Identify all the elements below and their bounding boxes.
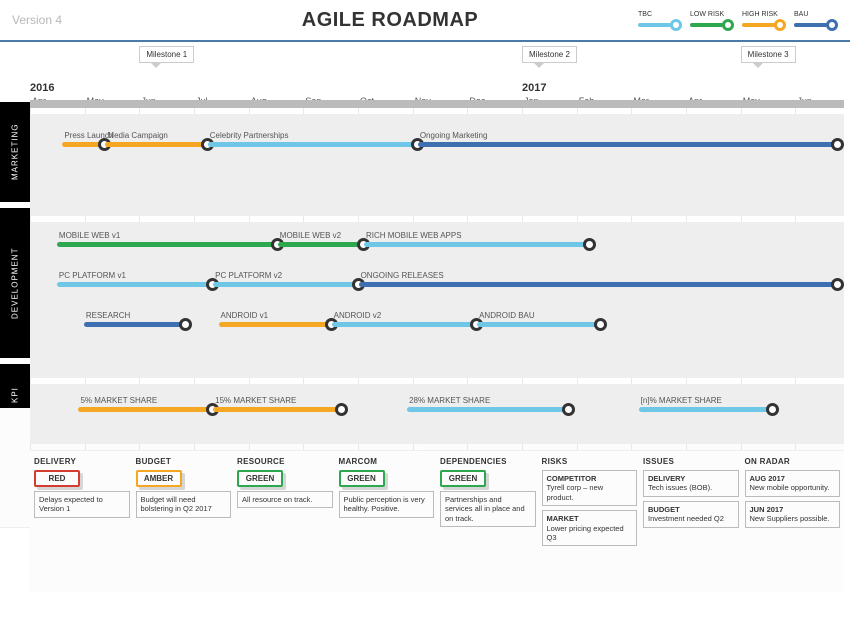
- status-tag: RED: [34, 470, 80, 487]
- dashboard-note: DELIVERYTech issues (BOB).: [643, 470, 739, 497]
- legend-item: HIGH RISK: [742, 11, 786, 30]
- task-label: RICH MOBILE WEB APPS: [366, 231, 462, 240]
- dashboard-column: ON RADAR AUG 2017New mobile opportunity. J…: [745, 457, 841, 586]
- dashboard-heading: RESOURCE: [237, 457, 333, 466]
- header-band: [30, 100, 844, 108]
- dashboard-heading: ON RADAR: [745, 457, 841, 466]
- legend-label: LOW RISK: [690, 11, 734, 18]
- dashboard: DELIVERYREDDelays expected to Version 1B…: [30, 450, 844, 592]
- swimlane-rails: MARKETINGDEVELOPMENTKPIDASHBOARD: [0, 42, 30, 602]
- dashboard-heading: DEPENDENCIES: [440, 457, 536, 466]
- marketing-band: [30, 114, 844, 216]
- dashboard-note: Partnerships and services all in place a…: [440, 491, 536, 527]
- task-end-dot: [583, 238, 596, 251]
- year-label: 2016: [30, 82, 54, 94]
- dashboard-heading: DELIVERY: [34, 457, 130, 466]
- dashboard-heading: ISSUES: [643, 457, 739, 466]
- dashboard-column: BUDGET AMBER Budget will need bolstering i…: [136, 457, 232, 586]
- task-bar: ANDROID BAU: [477, 322, 601, 327]
- rail-marketing: MARKETING: [0, 102, 30, 202]
- task-end-dot: [594, 318, 607, 331]
- dashboard-note: All resource on track.: [237, 491, 333, 508]
- legend: TBC LOW RISK HIGH RISK BAU: [588, 11, 838, 30]
- milestone: Milestone 2: [522, 46, 577, 63]
- task-bar: [n]% MARKET SHARE: [639, 407, 774, 412]
- dashboard-note: COMPETITORTyrell corp – new product.: [542, 470, 638, 506]
- dashboard-note: AUG 2017New mobile opportunity.: [745, 470, 841, 497]
- task-end-dot: [766, 403, 779, 416]
- legend-chip: [742, 20, 786, 30]
- task-label: ANDROID BAU: [479, 311, 535, 320]
- task-bar: ONGOING RELEASES: [359, 282, 838, 287]
- dashboard-column: RISKS COMPETITORTyrell corp – new product…: [542, 457, 638, 586]
- legend-label: TBC: [638, 11, 682, 18]
- dashboard-column: RESOURCE GREEN All resource on track.: [237, 457, 333, 586]
- task-end-dot: [831, 138, 844, 151]
- legend-item: LOW RISK: [690, 11, 734, 30]
- status-tag: GREEN: [339, 470, 385, 487]
- legend-chip: [690, 20, 734, 30]
- task-bar: RICH MOBILE WEB APPS: [364, 242, 590, 247]
- status-tag: GREEN: [440, 470, 486, 487]
- dashboard-heading: RISKS: [542, 457, 638, 466]
- header: Version 4 AGILE ROADMAP TBC LOW RISK HIGH …: [0, 0, 850, 42]
- legend-chip: [638, 20, 682, 30]
- dashboard-heading: MARCOM: [339, 457, 435, 466]
- dashboard-note: JUN 2017New Suppliers possible.: [745, 501, 841, 528]
- legend-item: BAU: [794, 11, 838, 30]
- legend-label: BAU: [794, 11, 838, 18]
- task-end-dot: [831, 278, 844, 291]
- legend-chip: [794, 20, 838, 30]
- dashboard-note: Public perception is very healthy. Posit…: [339, 491, 435, 518]
- dashboard-column: MARCOM GREEN Public perception is very hea…: [339, 457, 435, 586]
- milestones-row: Milestone 1 Milestone 2 Milestone 3: [30, 46, 850, 86]
- dashboard-note: BUDGETInvestment needed Q2: [643, 501, 739, 528]
- legend-item: TBC: [638, 11, 682, 30]
- dashboard-note: Budget will need bolstering in Q2 2017: [136, 491, 232, 518]
- dashboard-column: ISSUES DELIVERYTech issues (BOB). BUDGETIn…: [643, 457, 739, 586]
- page-title: AGILE ROADMAP: [192, 9, 588, 32]
- version-label: Version 4: [12, 13, 192, 27]
- milestone: Milestone 3: [741, 46, 796, 63]
- task-label: [n]% MARKET SHARE: [641, 396, 722, 405]
- task-label: ONGOING RELEASES: [361, 271, 444, 280]
- dashboard-heading: BUDGET: [136, 457, 232, 466]
- roadmap-chart: Milestone 1 Milestone 2 Milestone 3 2016 20…: [30, 42, 850, 602]
- task-label: Ongoing Marketing: [420, 131, 488, 140]
- dashboard-column: DEPENDENCIES GREEN Partnerships and servic…: [440, 457, 536, 586]
- rail-development: DEVELOPMENT: [0, 208, 30, 358]
- dashboard-column: DELIVERY RED Delays expected to Version 1: [34, 457, 130, 586]
- status-tag: AMBER: [136, 470, 182, 487]
- legend-label: HIGH RISK: [742, 11, 786, 18]
- status-tag: GREEN: [237, 470, 283, 487]
- task-bar: Ongoing Marketing: [418, 142, 838, 147]
- dashboard-note: MARKETLower pricing expected Q3: [542, 510, 638, 546]
- dashboard-note: Delays expected to Version 1: [34, 491, 130, 518]
- year-label: 2017: [522, 82, 546, 94]
- milestone: Milestone 1: [139, 46, 194, 63]
